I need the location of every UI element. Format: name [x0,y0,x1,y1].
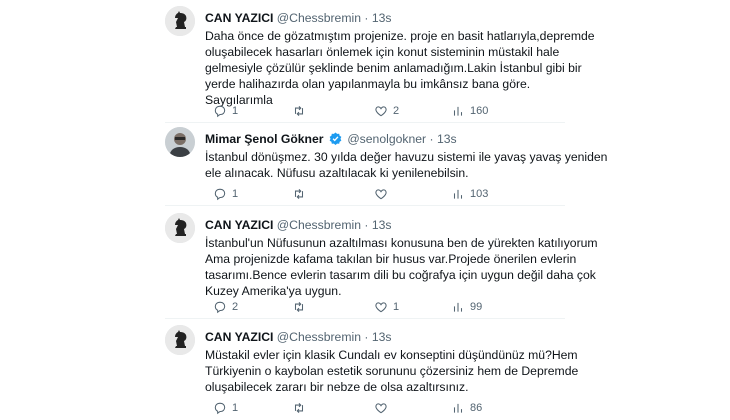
reply-button[interactable]: 2 [213,299,238,315]
reply-count: 2 [232,301,239,313]
retweet-button[interactable] [292,186,311,202]
tweet-text-line: oluşabilecek zararı bir nebze de olsa az… [205,380,469,394]
tweet-header: CAN YAZICI @Chessbremin · 13s [205,330,391,345]
views-button[interactable]: 99 [451,299,482,315]
retweet-icon [294,301,304,313]
tweet-text-line: Ama projenizde kafama takılan bir husus … [205,252,577,266]
tweet[interactable]: CAN YAZICI @Chessbremin · 13s Müstakil e… [165,325,578,417]
tweet-actions: 1 2 160 [205,103,525,119]
reply-icon [214,301,226,314]
retweet-button[interactable] [292,400,311,416]
reply-button[interactable]: 1 [213,103,238,119]
like-button[interactable]: 2 [374,103,399,119]
retweet-icon [294,402,304,414]
divider [165,318,565,319]
tweet-text: Müstakil evler için klasik Cundalı ev ko… [205,347,579,395]
tweet-time[interactable]: 13s [372,218,392,232]
divider [165,122,565,123]
chess-knight-avatar-icon[interactable] [165,6,195,36]
reply-count: 1 [232,402,239,414]
tweet-actions: 1 86 [205,400,525,416]
views-count: 86 [470,402,483,414]
chess-knight-avatar-icon[interactable] [165,325,195,355]
tweet[interactable]: CAN YAZICI @Chessbremin · 13s İstanbul'u… [165,213,598,315]
views-count: 103 [470,188,489,200]
heart-icon [375,302,387,313]
reply-icon [214,402,226,415]
separator-dot: · [364,330,369,344]
author-handle[interactable]: @senolgokner [347,132,426,146]
reply-button[interactable]: 1 [213,186,238,202]
views-button[interactable]: 160 [451,103,488,119]
heart-icon [375,106,387,117]
tweet-time[interactable]: 13s [372,330,392,344]
reply-button[interactable]: 1 [213,400,238,416]
tweet-text: İstanbul dönüşmez. 30 yılda değer havuzu… [205,149,608,181]
tweet-text-line: Kuzey Amerika'ya uygun. [205,284,342,298]
retweet-button[interactable] [292,299,311,315]
chess-knight-avatar-icon[interactable] [165,213,195,243]
reply-icon [214,105,226,118]
tweet-header: CAN YAZICI @Chessbremin · 13s [205,11,391,26]
profile-photo-avatar-icon[interactable] [165,127,195,157]
retweet-button[interactable] [292,103,311,119]
views-count: 160 [470,105,489,117]
author-handle[interactable]: @Chessbremin [277,218,361,232]
tweet-actions: 2 1 99 [205,299,525,315]
tweet-text-line: Daha önce de gözatmıştım projenize. proj… [205,29,595,43]
tweet-text-line: tasarımı.Bence evlerin tasarım dili bu c… [205,268,596,282]
author-name[interactable]: CAN YAZICI [205,11,273,25]
tweet-text-line: İstanbul'un Nüfusunun azaltılması konusu… [205,236,598,250]
author-name[interactable]: Mimar Şenol Gökner [205,132,324,146]
tweet-text-line: oluşabilecek hasarları önlemek için konu… [205,45,560,59]
separator-dot: · [364,11,369,25]
like-button[interactable] [374,186,393,202]
tweet-thread: CAN YAZICI @Chessbremin · 13s Daha önce … [0,0,730,420]
like-count: 1 [393,301,400,313]
tweet-text: Daha önce de gözatmıştım projenize. proj… [205,28,595,108]
tweet-header: CAN YAZICI @Chessbremin · 13s [205,218,391,233]
views-bar-chart-icon [453,302,463,312]
like-button[interactable] [374,400,393,416]
tweet-text-line: Türkiyenin o kaybolan estetik sorununu ç… [205,364,579,378]
divider [165,205,565,206]
heart-icon [375,189,387,200]
views-bar-chart-icon [453,403,463,413]
tweet-text-line: yerde halihazırda olan yapılanmayla bu i… [205,77,531,91]
tweet-header: Mimar Şenol Gökner @senolgokner · 13s [205,132,457,147]
tweet[interactable]: CAN YAZICI @Chessbremin · 13s Daha önce … [165,6,595,120]
author-name[interactable]: CAN YAZICI [205,330,273,344]
tweet-actions: 1 103 [205,186,525,202]
reply-count: 1 [232,105,239,117]
tweet-text-line: ele alınacak. Nüfusu azaltılacak ki yeni… [205,166,469,180]
views-bar-chart-icon [453,189,463,199]
views-bar-chart-icon [453,106,463,116]
retweet-icon [294,105,304,117]
author-name[interactable]: CAN YAZICI [205,218,273,232]
views-button[interactable]: 86 [451,400,482,416]
tweet[interactable]: Mimar Şenol Gökner @senolgokner · 13s İs… [165,127,607,202]
separator-dot: · [364,218,369,232]
separator-dot: · [429,132,434,146]
tweet-time[interactable]: 13s [372,11,392,25]
tweet-time[interactable]: 13s [437,132,457,146]
reply-icon [214,188,226,201]
views-button[interactable]: 103 [451,186,488,202]
reply-count: 1 [232,188,239,200]
tweet-text: İstanbul'un Nüfusunun azaltılması konusu… [205,235,598,299]
author-handle[interactable]: @Chessbremin [277,330,361,344]
views-count: 99 [470,301,483,313]
verified-badge-icon [329,132,342,145]
tweet-text-line: gelmesiyle çözülür şeklinde benim anlama… [205,61,582,75]
author-handle[interactable]: @Chessbremin [277,11,361,25]
like-count: 2 [393,105,400,117]
tweet-text-line: Müstakil evler için klasik Cundalı ev ko… [205,348,578,362]
like-button[interactable]: 1 [374,299,399,315]
tweet-text-line: İstanbul dönüşmez. 30 yılda değer havuzu… [205,150,608,164]
heart-icon [375,403,387,414]
retweet-icon [294,188,304,200]
